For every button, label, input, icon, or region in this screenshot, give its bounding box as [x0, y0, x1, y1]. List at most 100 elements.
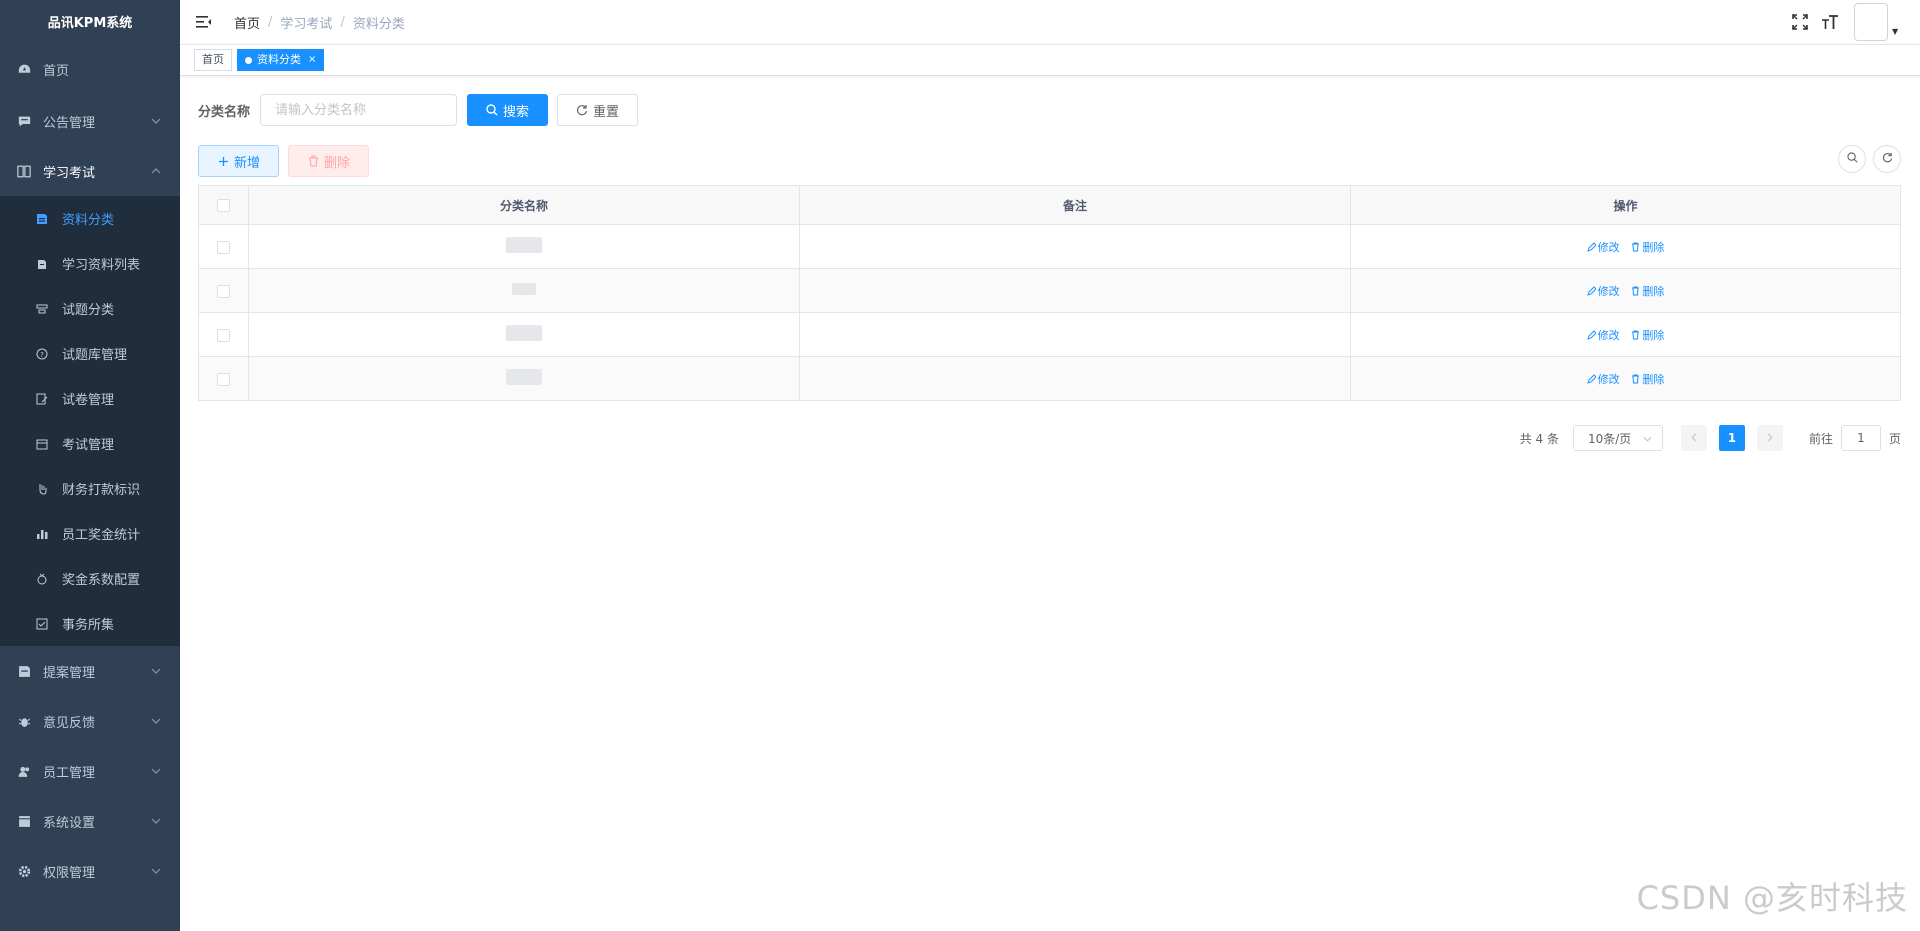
- sidebar-item-finance-mark[interactable]: 财务打款标识: [0, 466, 180, 511]
- table-toolbar: 新增 删除: [198, 145, 1901, 177]
- table-header-row: 分类名称 备注 操作: [198, 185, 1901, 225]
- chevron-down-icon: [150, 715, 162, 727]
- navbar-right: ▼: [1780, 0, 1902, 44]
- row-checkbox[interactable]: [217, 372, 230, 386]
- goto-prefix: 前往: [1808, 431, 1833, 446]
- goto-page-input[interactable]: [1840, 425, 1881, 451]
- delete-label: 删除: [1642, 284, 1665, 298]
- delete-button-label: 删除: [324, 155, 351, 171]
- category-name-cell: [248, 224, 800, 269]
- edit-icon: [1586, 285, 1596, 296]
- edit-link[interactable]: 修改: [1586, 239, 1620, 255]
- page-size-select[interactable]: 10条/页: [1572, 425, 1663, 451]
- sidebar-item-permission[interactable]: 权限管理: [0, 846, 180, 896]
- sidebar-item-staff[interactable]: 员工管理: [0, 746, 180, 796]
- page-number-button[interactable]: 1: [1718, 425, 1745, 451]
- tags-view: 首页 资料分类 ×: [180, 44, 1920, 76]
- actions-cell: 修改 删除: [1350, 224, 1901, 269]
- goto-suffix: 页: [1888, 431, 1901, 446]
- delete-link[interactable]: 删除: [1631, 239, 1664, 255]
- chevron-up-icon: [150, 165, 162, 177]
- sidebar-item-material-list[interactable]: 学习资料列表: [0, 241, 180, 286]
- prev-page-button[interactable]: [1680, 425, 1707, 451]
- award-icon: [36, 573, 48, 585]
- sidebar-item-label: 学习资料列表: [62, 258, 141, 273]
- blurred-name: [512, 283, 536, 295]
- edit-icon: [1586, 329, 1596, 340]
- sidebar-item-bonus-config[interactable]: 奖金系数配置: [0, 556, 180, 601]
- close-icon[interactable]: ×: [308, 50, 316, 70]
- toggle-search-button[interactable]: [1838, 145, 1866, 173]
- edit-label: 修改: [1597, 372, 1620, 386]
- column-header: 分类名称: [248, 185, 800, 225]
- delete-link[interactable]: 删除: [1631, 371, 1664, 387]
- sidebar-item-label: 试卷管理: [62, 393, 115, 408]
- actions-cell: 修改 删除: [1350, 356, 1901, 401]
- select-all-checkbox[interactable]: [217, 199, 230, 212]
- remark-cell: [799, 268, 1351, 313]
- table-row: 修改 删除: [198, 356, 1901, 401]
- peoples-icon: [17, 764, 31, 778]
- hamburger-icon[interactable]: [196, 14, 212, 30]
- sidebar-item-exam-manage[interactable]: 考试管理: [0, 421, 180, 466]
- sidebar-item-feedback[interactable]: 意见反馈: [0, 696, 180, 746]
- tag-material-category[interactable]: 资料分类 ×: [237, 49, 325, 71]
- watermark: CSDN @亥时科技: [1636, 879, 1908, 917]
- row-checkbox[interactable]: [217, 284, 230, 298]
- remark-cell: [799, 356, 1351, 401]
- trash-icon: [1631, 330, 1640, 340]
- delete-link[interactable]: 删除: [1631, 283, 1664, 299]
- caret-down-icon[interactable]: ▼: [1892, 27, 1902, 36]
- breadcrumb-current: 资料分类: [352, 16, 405, 32]
- edit-link[interactable]: 修改: [1586, 371, 1620, 387]
- sidebar-item-question-category[interactable]: 试题分类: [0, 286, 180, 331]
- row-checkbox[interactable]: [217, 240, 230, 254]
- select-cell: [198, 224, 249, 269]
- trash-icon: [307, 155, 319, 167]
- tag-label: 资料分类: [257, 53, 301, 66]
- sidebar-item-paper-manage[interactable]: 试卷管理: [0, 376, 180, 421]
- dashboard-icon: [17, 62, 31, 76]
- page-jumper: 前往 页: [1809, 425, 1901, 451]
- sidebar-item-label: 财务打款标识: [62, 483, 141, 498]
- breadcrumb-separator: /: [340, 14, 345, 30]
- sidebar-item-notices[interactable]: 公告管理: [0, 96, 180, 146]
- sidebar-item-system[interactable]: 系统设置: [0, 796, 180, 846]
- category-name-cell: [248, 268, 800, 313]
- page-size-value: 10条/页: [1587, 431, 1632, 446]
- edit-icon: [1586, 373, 1596, 384]
- category-name-input[interactable]: [260, 94, 458, 126]
- delete-link[interactable]: 删除: [1631, 327, 1664, 343]
- select-cell: [198, 268, 249, 313]
- search-icon: [486, 104, 498, 116]
- tag-home[interactable]: 首页: [194, 49, 232, 71]
- row-checkbox[interactable]: [217, 328, 230, 342]
- sidebar-item-bonus-stats[interactable]: 员工奖金统计: [0, 511, 180, 556]
- avatar[interactable]: [1854, 3, 1888, 41]
- add-button[interactable]: 新增: [198, 145, 280, 177]
- sidebar-item-affairs[interactable]: 事务所集: [0, 601, 180, 646]
- search-button[interactable]: 搜索: [467, 94, 549, 126]
- delete-button[interactable]: 删除: [288, 145, 370, 177]
- svg-text:?: ?: [40, 351, 44, 359]
- fullscreen-icon[interactable]: [1790, 12, 1810, 32]
- next-page-button[interactable]: [1756, 425, 1783, 451]
- sidebar-item-home[interactable]: 首页: [0, 42, 180, 96]
- reset-button[interactable]: 重置: [557, 94, 639, 126]
- refresh-button[interactable]: [1873, 145, 1901, 173]
- table-row: 修改 删除: [198, 224, 1901, 269]
- breadcrumb-home[interactable]: 首页: [234, 13, 260, 32]
- pagination-total: 共 4 条: [1519, 431, 1559, 446]
- chevron-down-icon: [150, 815, 162, 827]
- breadcrumb-study-exam[interactable]: 学习考试: [280, 13, 332, 32]
- edit-label: 修改: [1597, 240, 1620, 254]
- font-size-icon[interactable]: [1820, 12, 1840, 32]
- sidebar-item-question-bank[interactable]: ? 试题库管理: [0, 331, 180, 376]
- files-icon: [36, 258, 48, 270]
- sidebar-item-material-category[interactable]: 资料分类: [0, 196, 180, 241]
- sidebar-item-study-exam[interactable]: 学习考试: [0, 146, 180, 196]
- calendar-icon: [36, 438, 48, 450]
- sidebar-item-proposal[interactable]: 提案管理: [0, 646, 180, 696]
- edit-link[interactable]: 修改: [1586, 283, 1620, 299]
- edit-link[interactable]: 修改: [1586, 327, 1620, 343]
